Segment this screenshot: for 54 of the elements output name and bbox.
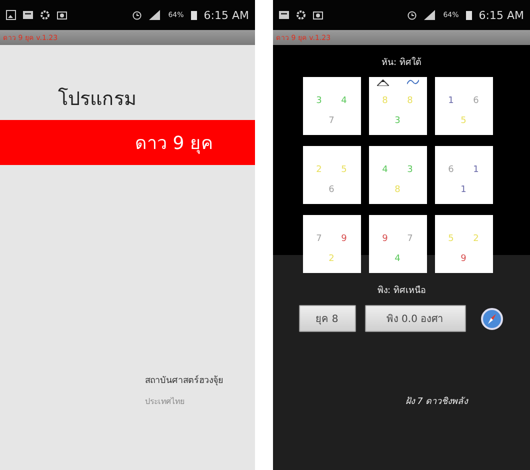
alarm-icon xyxy=(132,10,142,20)
star-number: 2 xyxy=(328,254,334,264)
star-number: 2 xyxy=(316,165,322,175)
message-icon xyxy=(279,10,289,20)
clock: 6:15 AM xyxy=(478,8,524,22)
star-number: 4 xyxy=(382,165,388,175)
wave-icon xyxy=(406,79,418,85)
star-number: 7 xyxy=(407,234,413,244)
gear-icon xyxy=(40,10,50,20)
camera-icon xyxy=(57,10,67,20)
star-number: 5 xyxy=(448,234,454,244)
backing-label: พิง: ทิศเหนือ xyxy=(378,284,426,297)
period-button[interactable]: พิง 0.0 องศา xyxy=(364,305,466,332)
star-number: 8 xyxy=(382,96,388,106)
alarm-icon xyxy=(407,10,418,20)
star-number: 5 xyxy=(460,116,466,126)
footer-text: สถาบันศาสตร์ฮวงจุ้ย xyxy=(144,374,224,388)
star-number: 3 xyxy=(407,165,413,175)
star-number: 8 xyxy=(407,96,413,106)
heading: โปรแกรม xyxy=(57,86,138,112)
gear-icon xyxy=(296,10,306,20)
compass-icon[interactable] xyxy=(480,308,502,330)
mountain-icon xyxy=(376,79,388,86)
star-number: 3 xyxy=(394,116,400,126)
star-number: 7 xyxy=(328,116,334,126)
star-number: 1 xyxy=(473,165,479,175)
star-number: 4 xyxy=(394,254,400,264)
star-number: 6 xyxy=(328,185,334,195)
signal-icon xyxy=(424,10,436,20)
footer-text: ประเทศไทย xyxy=(144,396,186,408)
signal-icon xyxy=(149,10,162,20)
feature-text: ฝัง 7 ดาวชิงพลัง xyxy=(404,396,468,408)
period-button[interactable]: ยุค 8 xyxy=(298,305,356,332)
clock: 6:15 AM xyxy=(204,8,249,22)
star-number: 9 xyxy=(382,234,388,244)
message-icon xyxy=(23,10,33,20)
menu-item[interactable]: ดาว 9 ยุค xyxy=(0,120,255,165)
star-number: 7 xyxy=(316,234,322,244)
star-number: 1 xyxy=(460,185,466,195)
star-number: 4 xyxy=(341,96,347,106)
star-number: 9 xyxy=(460,254,466,264)
star-number: 3 xyxy=(316,96,322,106)
battery-icon xyxy=(466,10,472,20)
camera-icon xyxy=(313,10,323,20)
battery-icon xyxy=(190,10,197,20)
facing-label: หัน: ทิศใต้ xyxy=(382,56,422,70)
star-number: 2 xyxy=(473,234,479,244)
star-number: 8 xyxy=(394,185,400,195)
star-number: 1 xyxy=(448,96,454,106)
star-number: 6 xyxy=(473,96,479,106)
picture-icon xyxy=(6,10,16,20)
star-number: 6 xyxy=(448,165,454,175)
star-number: 9 xyxy=(341,234,347,244)
star-number: 5 xyxy=(341,165,347,175)
